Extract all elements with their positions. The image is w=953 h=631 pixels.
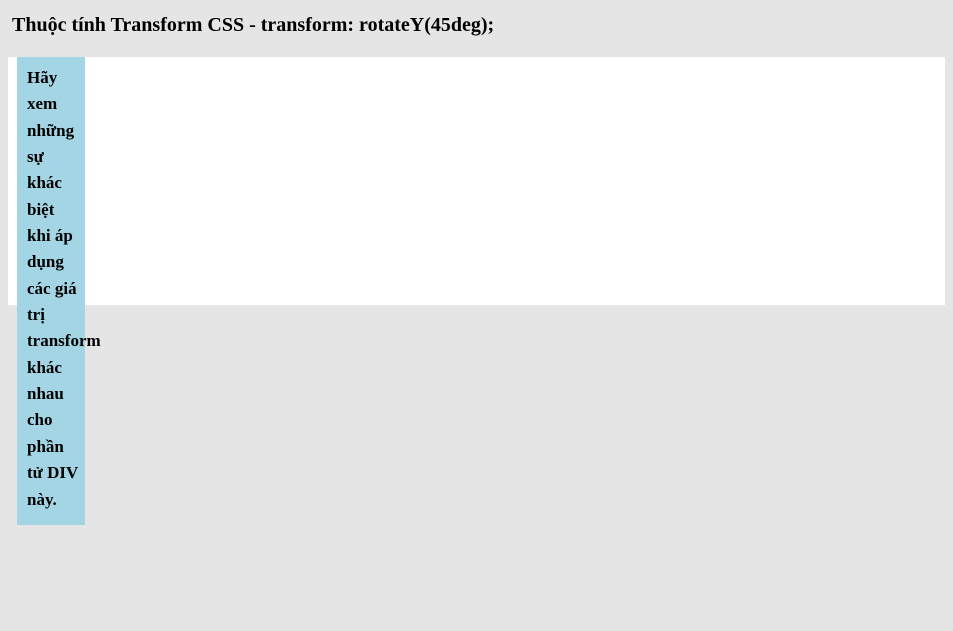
- transformed-box-wrapper: Hãy xem những sự khác biệt khi áp dụng c…: [17, 57, 85, 525]
- transformed-box: Hãy xem những sự khác biệt khi áp dụng c…: [17, 57, 85, 525]
- demo-area: Hãy xem những sự khác biệt khi áp dụng c…: [8, 57, 945, 305]
- page-container: Thuộc tính Transform CSS - transform: ro…: [0, 0, 953, 313]
- page-title: Thuộc tính Transform CSS - transform: ro…: [12, 14, 945, 37]
